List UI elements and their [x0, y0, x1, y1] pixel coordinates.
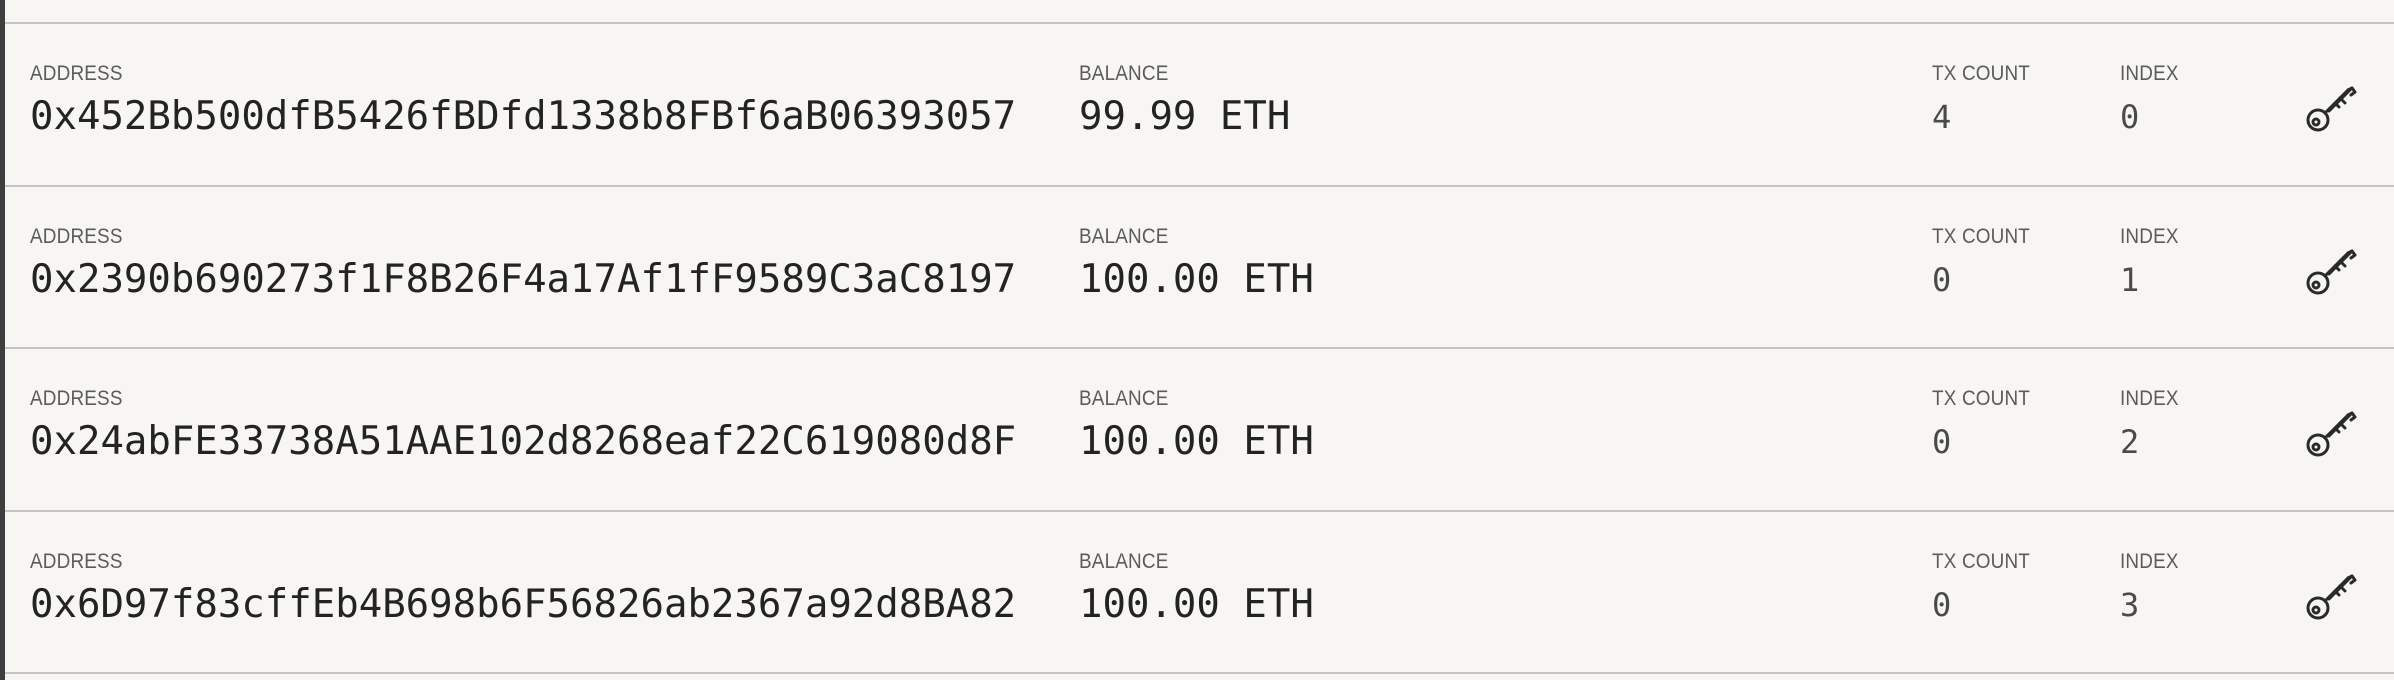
tx-count-field: TX COUNT 0	[1932, 387, 2041, 461]
key-icon-graphic	[2306, 411, 2357, 457]
balance-field: BALANCE 100.00 ETH	[1079, 225, 1314, 302]
index-label: INDEX	[2120, 550, 2179, 573]
tx-count-label: TX COUNT	[1932, 387, 2031, 410]
address-value[interactable]: 0x2390b690273f1F8B26F4a17Af1fF9589C3aC81…	[30, 257, 1016, 302]
index-value: 2	[2120, 423, 2140, 461]
row-divider	[5, 672, 2394, 680]
key-icon[interactable]	[2303, 241, 2361, 299]
tx-count-value: 0	[1932, 261, 1952, 299]
index-label: INDEX	[2120, 62, 2179, 85]
tx-count-value: 4	[1932, 98, 1952, 136]
key-icon[interactable]	[2303, 566, 2361, 624]
account-row[interactable]: ADDRESS 0x452Bb500dfB5426fBDfd1338b8FBf6…	[5, 22, 2394, 184]
address-label: ADDRESS	[30, 62, 123, 85]
tx-count-field: TX COUNT 0	[1932, 225, 2041, 299]
tx-count-value: 0	[1932, 586, 1952, 624]
key-icon[interactable]	[2303, 78, 2361, 136]
address-field: ADDRESS 0x24abFE33738A51AAE102d8268eaf22…	[30, 387, 1016, 464]
address-label: ADDRESS	[30, 550, 123, 573]
account-row[interactable]: ADDRESS 0x6D97f83cffEb4B698b6F56826ab236…	[5, 510, 2394, 672]
tx-count-value: 0	[1932, 423, 1952, 461]
tx-count-label: TX COUNT	[1932, 62, 2031, 85]
balance-field: BALANCE 100.00 ETH	[1079, 387, 1314, 464]
balance-value: 100.00 ETH	[1079, 582, 1314, 627]
key-icon-graphic	[2306, 249, 2357, 295]
tx-count-label: TX COUNT	[1932, 225, 2031, 248]
index-field: INDEX 3	[2120, 550, 2185, 624]
key-icon-graphic	[2306, 574, 2357, 620]
address-value[interactable]: 0x6D97f83cffEb4B698b6F56826ab2367a92d8BA…	[30, 582, 1016, 627]
balance-label: BALANCE	[1079, 225, 1169, 248]
balance-label: BALANCE	[1079, 387, 1169, 410]
tx-count-field: TX COUNT 4	[1932, 62, 2041, 136]
balance-value: 99.99 ETH	[1079, 94, 1291, 139]
index-value: 3	[2120, 586, 2140, 624]
balance-value: 100.00 ETH	[1079, 419, 1314, 464]
index-field: INDEX 0	[2120, 62, 2185, 136]
index-field: INDEX 1	[2120, 225, 2185, 299]
tx-count-field: TX COUNT 0	[1932, 550, 2041, 624]
address-field: ADDRESS 0x6D97f83cffEb4B698b6F56826ab236…	[30, 550, 1016, 627]
address-label: ADDRESS	[30, 387, 123, 410]
index-value: 0	[2120, 98, 2140, 136]
balance-label: BALANCE	[1079, 550, 1169, 573]
address-value[interactable]: 0x24abFE33738A51AAE102d8268eaf22C619080d…	[30, 419, 1016, 464]
index-label: INDEX	[2120, 225, 2179, 248]
key-icon-graphic	[2306, 86, 2357, 132]
account-row[interactable]: ADDRESS 0x2390b690273f1F8B26F4a17Af1fF95…	[5, 185, 2394, 347]
account-row[interactable]: ADDRESS 0x24abFE33738A51AAE102d8268eaf22…	[5, 347, 2394, 509]
balance-field: BALANCE 100.00 ETH	[1079, 550, 1314, 627]
index-label: INDEX	[2120, 387, 2179, 410]
accounts-list: ADDRESS 0x452Bb500dfB5426fBDfd1338b8FBf6…	[5, 0, 2394, 680]
tx-count-label: TX COUNT	[1932, 550, 2031, 573]
key-icon[interactable]	[2303, 403, 2361, 461]
balance-label: BALANCE	[1079, 62, 1169, 85]
address-value[interactable]: 0x452Bb500dfB5426fBDfd1338b8FBf6aB063930…	[30, 94, 1016, 139]
index-field: INDEX 2	[2120, 387, 2185, 461]
index-value: 1	[2120, 261, 2140, 299]
balance-value: 100.00 ETH	[1079, 257, 1314, 302]
address-label: ADDRESS	[30, 225, 123, 248]
balance-field: BALANCE 99.99 ETH	[1079, 62, 1290, 139]
address-field: ADDRESS 0x2390b690273f1F8B26F4a17Af1fF95…	[30, 225, 1016, 302]
address-field: ADDRESS 0x452Bb500dfB5426fBDfd1338b8FBf6…	[30, 62, 1016, 139]
